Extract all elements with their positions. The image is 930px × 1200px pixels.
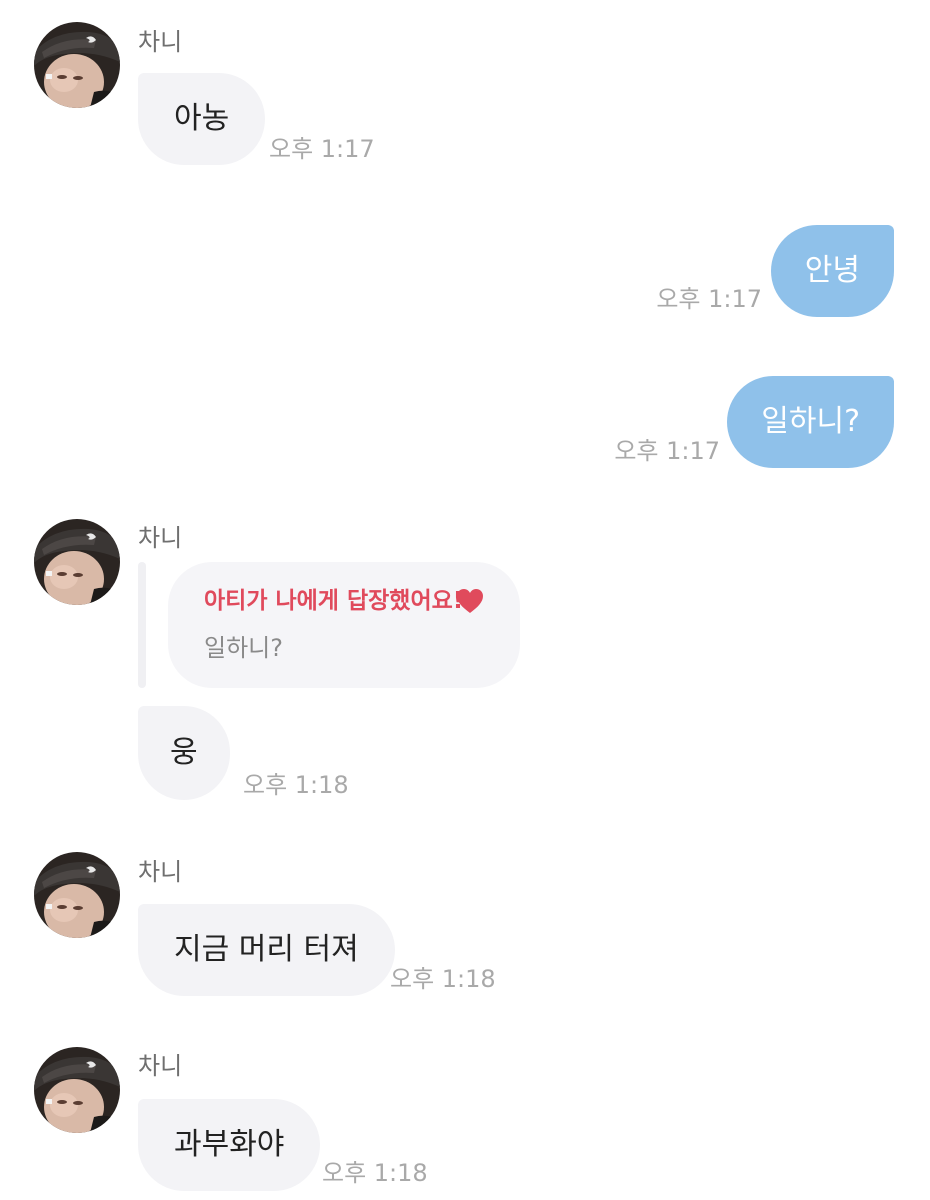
avatar-image xyxy=(34,519,120,605)
sender-avatar[interactable] xyxy=(34,852,120,938)
sender-name: 차니 xyxy=(138,28,183,56)
sender-avatar[interactable] xyxy=(34,519,120,605)
message-timestamp: 오후 1:17 xyxy=(269,135,375,163)
incoming-message-bubble[interactable]: 웅 xyxy=(138,706,230,800)
message-timestamp: 오후 1:17 xyxy=(614,437,720,465)
incoming-message-bubble[interactable]: 아농 xyxy=(138,73,266,165)
message-timestamp: 오후 1:18 xyxy=(243,771,349,799)
incoming-message-bubble[interactable]: 지금 머리 터져 xyxy=(138,904,395,996)
sender-name: 차니 xyxy=(138,858,183,886)
reply-title: 아티가 나에게 답장했어요! xyxy=(204,588,464,614)
sender-avatar[interactable] xyxy=(34,1047,120,1133)
avatar-image xyxy=(34,1047,120,1133)
outgoing-message-bubble[interactable]: 안녕 xyxy=(770,225,894,317)
heart-icon xyxy=(457,589,483,613)
incoming-message-bubble[interactable]: 과부화야 xyxy=(138,1099,321,1191)
message-timestamp: 오후 1:18 xyxy=(322,1159,428,1187)
reply-card[interactable] xyxy=(168,562,520,688)
outgoing-message-bubble[interactable]: 일하니? xyxy=(727,376,894,468)
message-timestamp: 오후 1:17 xyxy=(656,285,762,313)
sender-name: 차니 xyxy=(138,524,183,552)
reply-quote: 일하니? xyxy=(204,634,283,662)
sender-avatar[interactable] xyxy=(34,22,120,108)
avatar-image xyxy=(34,852,120,938)
message-timestamp: 오후 1:18 xyxy=(390,965,496,993)
reply-indicator-bar xyxy=(138,562,146,688)
sender-name: 차니 xyxy=(138,1052,183,1080)
avatar-image xyxy=(34,22,120,108)
